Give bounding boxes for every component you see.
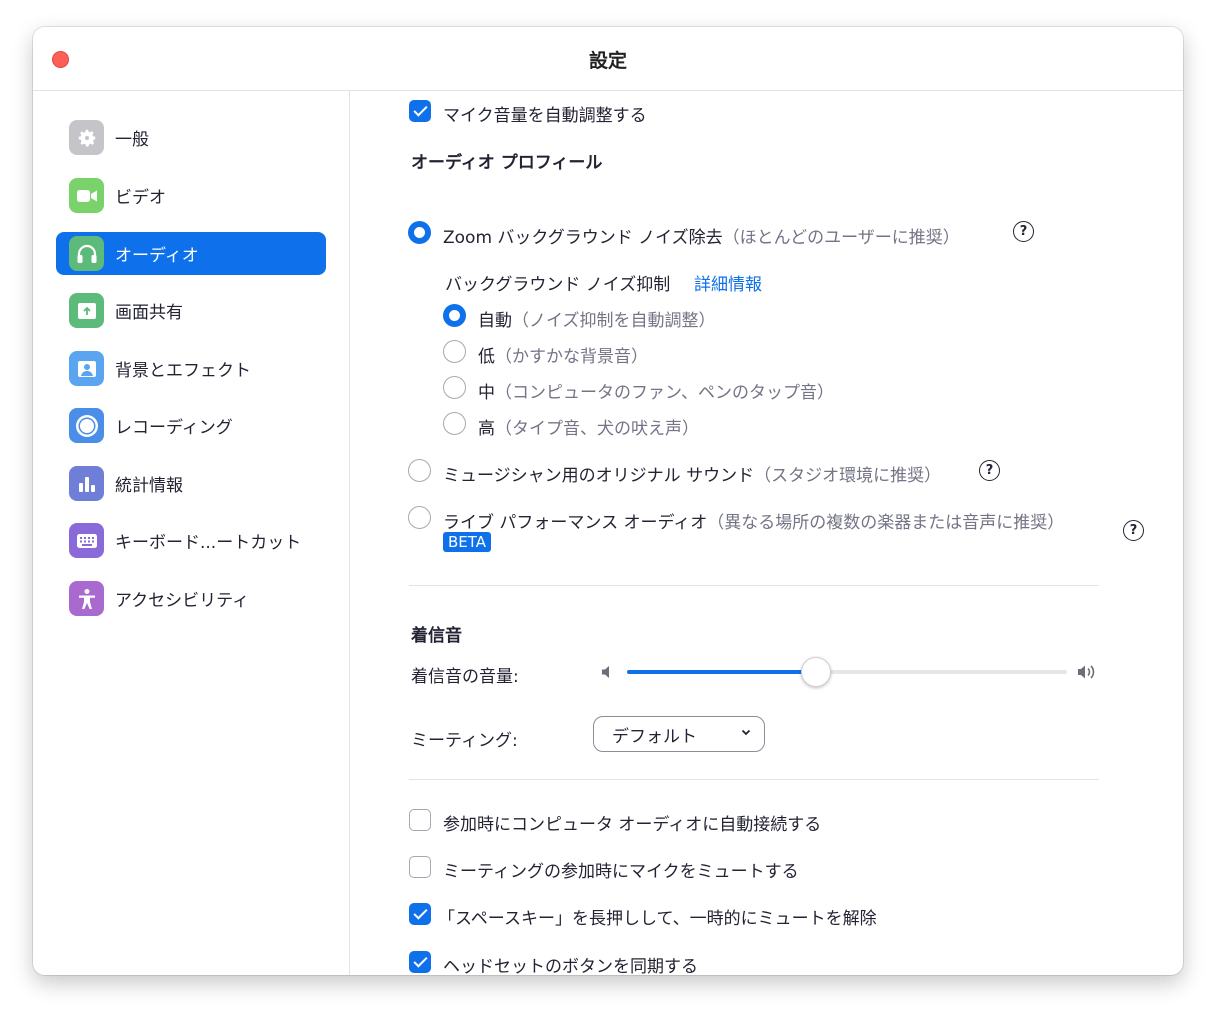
ringtone-volume-fill [627, 670, 817, 674]
title-bar: 設定 [33, 27, 1183, 91]
profile-zoom-hint: （ほとんどのユーザーに推奨） [722, 228, 960, 248]
sidebar-item-label: 一般 [115, 130, 149, 150]
sidebar-item-accessibility[interactable]: アクセシビリティ [56, 577, 326, 620]
meeting-ringtone-select[interactable]: デフォルト [593, 716, 765, 752]
noise-high-label: 高（タイプ音、犬の吠え声） [478, 419, 699, 439]
section-divider [409, 585, 1099, 586]
ringtone-volume-thumb[interactable] [801, 657, 832, 687]
mute-mic-on-join-checkbox[interactable] [409, 856, 431, 878]
accessibility-icon [69, 581, 104, 616]
share-screen-icon [69, 293, 104, 328]
speaker-high-icon [1078, 665, 1095, 679]
noise-low-radio[interactable] [443, 340, 466, 363]
chevron-down-icon [741, 729, 751, 736]
mute-mic-on-join-label: ミーティングの参加時にマイクをミュートする [443, 862, 799, 882]
noise-suppression-heading: バックグラウンド ノイズ抑制 [445, 275, 671, 295]
record-icon [69, 408, 104, 443]
sidebar-item-label: キーボード...ートカット [115, 533, 302, 553]
learn-more-link[interactable]: 詳細情報 [694, 270, 762, 295]
noise-medium-radio[interactable] [443, 376, 466, 399]
background-person-icon [69, 351, 104, 386]
noise-high-radio[interactable] [443, 412, 466, 435]
sidebar-item-recording[interactable]: レコーディング [56, 404, 326, 447]
settings-sidebar: 一般 ビデオ オーディオ 画面共有 背景とエフェクト レコーディング 統計情報 … [33, 91, 350, 975]
profile-live-radio[interactable] [408, 506, 431, 529]
sidebar-item-label: レコーディング [115, 418, 233, 438]
auto-adjust-mic-label: マイク音量を自動調整する [443, 106, 647, 126]
space-to-unmute-checkbox[interactable] [409, 903, 431, 925]
sidebar-item-label: ビデオ [115, 188, 166, 208]
auto-join-audio-label: 参加時にコンピュータ オーディオに自動接続する [443, 815, 822, 835]
help-icon[interactable]: ? [1013, 221, 1034, 242]
sidebar-item-label: 背景とエフェクト [115, 361, 251, 381]
bar-chart-icon [69, 466, 104, 501]
gear-icon [69, 120, 104, 155]
section-divider [409, 779, 1099, 780]
speaker-low-icon [602, 666, 609, 678]
sidebar-item-label: アクセシビリティ [115, 591, 250, 611]
help-icon[interactable]: ? [979, 460, 1000, 481]
sidebar-item-statistics[interactable]: 統計情報 [56, 462, 326, 505]
noise-auto-radio[interactable] [443, 304, 466, 327]
sidebar-item-general[interactable]: 一般 [56, 116, 326, 159]
auto-adjust-mic-checkbox[interactable] [409, 100, 431, 122]
beta-badge: BETA [443, 532, 492, 552]
noise-medium-label: 中（コンピュータのファン、ペンのタップ音） [478, 383, 834, 403]
meeting-ringtone-label: ミーティング: [411, 731, 518, 751]
ringtone-volume-label: 着信音の音量: [411, 667, 519, 687]
auto-join-audio-checkbox[interactable] [409, 809, 431, 831]
sidebar-item-video[interactable]: ビデオ [56, 174, 326, 217]
ringtone-heading: 着信音 [411, 626, 462, 646]
sync-headset-buttons-checkbox[interactable] [409, 951, 431, 973]
ringtone-volume-slider[interactable] [627, 657, 1067, 687]
profile-musician-label: ミュージシャン用のオリジナル サウンド（スタジオ環境に推奨） [443, 466, 942, 486]
noise-auto-label: 自動（ノイズ抑制を自動調整） [478, 311, 716, 331]
profile-zoom-label: Zoom バックグラウンド ノイズ除去（ほとんどのユーザーに推奨） [443, 228, 960, 248]
audio-profile-heading: オーディオ プロフィール [411, 153, 603, 173]
profile-zoom-radio[interactable] [408, 221, 431, 244]
sidebar-item-background[interactable]: 背景とエフェクト [56, 347, 326, 390]
sidebar-item-label: 統計情報 [115, 476, 183, 496]
sidebar-item-label: 画面共有 [115, 303, 183, 323]
window-title: 設定 [588, 50, 627, 72]
space-to-unmute-label: 「スペースキー」を長押しして、一時的にミュートを解除 [438, 909, 877, 929]
profile-musician-radio[interactable] [408, 459, 431, 482]
sidebar-item-audio[interactable]: オーディオ [56, 232, 326, 275]
keyboard-icon [69, 523, 104, 558]
sidebar-item-keyboard-shortcuts[interactable]: キーボード...ートカット [56, 519, 326, 562]
profile-live-label: ライブ パフォーマンス オーディオ（異なる場所の複数の楽器または音声に推奨） [443, 513, 1065, 533]
sidebar-item-share-screen[interactable]: 画面共有 [56, 289, 326, 332]
audio-settings-panel: マイク音量を自動調整する オーディオ プロフィール Zoom バックグラウンド … [351, 91, 1183, 975]
noise-low-label: 低（かすかな背景音） [478, 347, 648, 367]
headphones-icon [69, 236, 104, 271]
settings-window: 設定 一般 ビデオ オーディオ 画面共有 背景とエフェクト レコーディング 統計… [33, 27, 1183, 975]
meeting-ringtone-value: デフォルト [612, 726, 697, 747]
sync-headset-buttons-label: ヘッドセットのボタンを同期する [443, 957, 698, 975]
video-camera-icon [69, 178, 104, 213]
sidebar-item-label: オーディオ [115, 246, 199, 266]
help-icon[interactable]: ? [1123, 520, 1144, 541]
